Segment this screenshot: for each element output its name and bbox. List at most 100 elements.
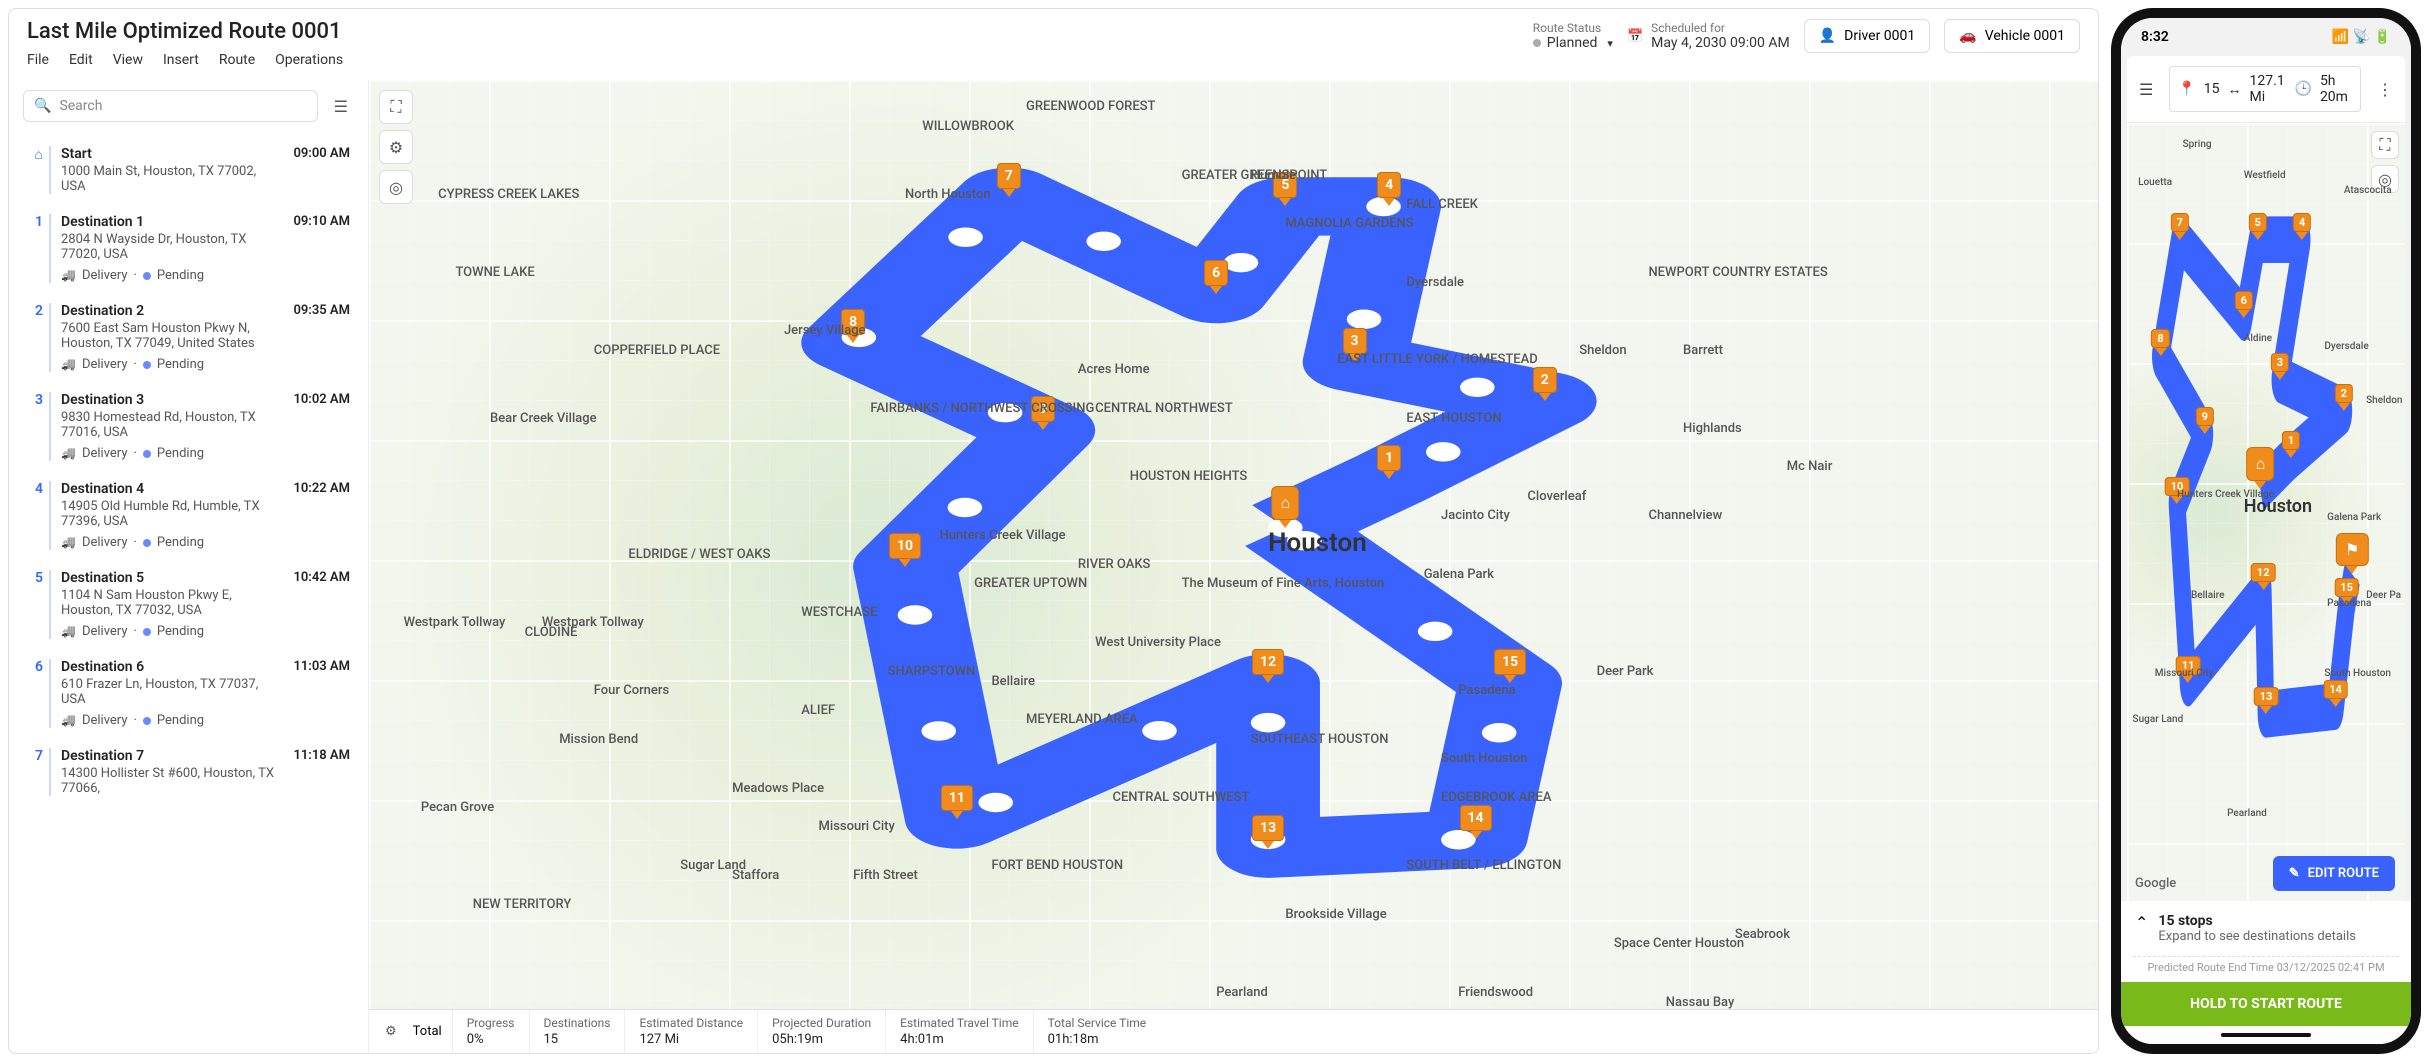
map-marker-14[interactable]: 14 [2323,680,2348,707]
stop-address: 1000 Main St, Houston, TX 77002, USA [61,164,283,194]
phone-map[interactable]: ⛶ ◎ ⌂⚑123456789101112131415 HoustonLouet… [2127,123,2405,901]
chevron-down-icon [1603,35,1613,51]
truck-icon [61,624,76,639]
phone-status-bar: 8:32 📶 📡 🔋 [2121,18,2411,56]
hamburger-icon[interactable]: ☰ [2131,72,2161,107]
stop-time: 10:22 AM [293,481,350,550]
filter-icon[interactable]: ☰ [328,91,354,122]
map-marker-6[interactable]: 6 [1204,260,1228,294]
stop-row[interactable]: 2Destination 27600 East Sam Houston Pkwy… [23,293,354,382]
stop-name: Destination 4 [61,481,283,497]
map-marker-10[interactable]: 10 [2165,477,2190,504]
search-input[interactable]: 🔍 Search [23,90,318,122]
map-marker-3[interactable]: 3 [1342,328,1366,362]
stats-progress: 0% [467,1032,515,1047]
map-marker-4[interactable]: 4 [1377,172,1401,206]
stop-row[interactable]: 3Destination 39830 Homestead Rd, Houston… [23,382,354,471]
header-right: Route Status Planned 📅 Scheduled for May… [1533,19,2080,53]
stop-name: Destination 7 [61,748,283,764]
stop-address: 14300 Hollister St #600, Houston, TX 770… [61,766,283,796]
map-marker-10[interactable]: 10 [889,533,921,567]
stop-row[interactable]: ⌂Start1000 Main St, Houston, TX 77002, U… [23,136,354,204]
stats-distance: 127 Mi [639,1032,743,1047]
map-marker-9[interactable]: 9 [1031,396,1055,430]
map-marker-13[interactable]: 13 [1252,815,1284,849]
menu-operations[interactable]: Operations [275,52,343,68]
map-marker-5[interactable]: 5 [2249,213,2267,240]
truck-icon [61,713,76,728]
stop-row[interactable]: 4Destination 414905 Old Humble Rd, Humbl… [23,471,354,560]
menu-insert[interactable]: Insert [163,52,199,68]
stop-name: Destination 5 [61,570,283,586]
status-dot-icon [143,539,151,547]
map-marker-4[interactable]: 4 [2293,213,2311,240]
route-summary[interactable]: 📍15 ↔127.1 Mi 🕒5h 20m [2169,66,2361,112]
stop-name: Destination 6 [61,659,283,675]
map-marker-1[interactable]: 1 [1377,445,1401,479]
map-marker-7[interactable]: 7 [997,163,1021,197]
stop-address: 2804 N Wayside Dr, Houston, TX 77020, US… [61,232,283,262]
menu-edit[interactable]: Edit [69,52,93,68]
expand-stops-row[interactable]: ⌃ 15 stops Expand to see destinations de… [2121,901,2411,956]
menu-file[interactable]: File [27,52,49,68]
calendar-icon: 📅 [1627,29,1643,44]
map-marker-8[interactable]: 8 [841,309,865,343]
map-marker-15[interactable]: 15 [1494,649,1526,683]
map-marker-7[interactable]: 7 [2171,213,2189,240]
map-marker-2[interactable]: 2 [2335,384,2353,411]
stop-name: Start [61,146,283,162]
route-status[interactable]: Route Status Planned [1533,21,1613,51]
map-marker-9[interactable]: 9 [2196,407,2214,434]
stats-bar: ⚙ Total Progress0% Destinations15 Estima… [369,1009,2098,1053]
menu-bar: File Edit View Insert Route Operations [27,48,343,76]
stop-row[interactable]: 6Destination 6610 Frazer Ln, Houston, TX… [23,649,354,738]
stop-row[interactable]: 1Destination 12804 N Wayside Dr, Houston… [23,204,354,293]
home-icon: ⌂ [2247,447,2275,481]
map-marker-11[interactable]: 11 [2176,656,2201,683]
kebab-menu-icon[interactable]: ⋮ [2369,72,2401,107]
clock-icon: 🕒 [2295,81,2312,97]
google-logo: Google [2135,876,2176,891]
android-nav-handle[interactable] [2121,1026,2411,1044]
route-planner-window: Last Mile Optimized Route 0001 File Edit… [8,8,2099,1054]
stop-row[interactable]: 7Destination 714300 Hollister St #600, H… [23,738,354,806]
map-marker-5[interactable]: 5 [1273,172,1297,206]
map-pane[interactable]: ⛶ ⚙ ◎ ⌂123456789101112131415 HoustonCYPR… [369,80,2098,1053]
map-marker-8[interactable]: 8 [2151,329,2169,356]
status-dot-icon [143,361,151,369]
hold-to-start-button[interactable]: HOLD TO START ROUTE [2121,982,2411,1026]
map-marker-6[interactable]: 6 [2235,291,2253,318]
vehicle-button[interactable]: 🚗 Vehicle 0001 [1944,19,2080,53]
map-marker-12[interactable]: 12 [2251,563,2276,590]
map-marker-flag[interactable]: ⚑ [2336,533,2368,574]
stop-time: 09:10 AM [293,214,350,283]
stats-travel: 4h:01m [900,1032,1018,1047]
stop-row[interactable]: 5Destination 51104 N Sam Houston Pkwy E,… [23,560,354,649]
pencil-icon: ✎ [2289,866,2300,881]
map-marker-13[interactable]: 13 [2254,687,2279,714]
menu-view[interactable]: View [113,52,143,68]
driver-button[interactable]: 👤 Driver 0001 [1804,19,1931,53]
stop-time: 10:02 AM [293,392,350,461]
map-marker-14[interactable]: 14 [1460,805,1492,839]
stop-time: 11:18 AM [293,748,350,796]
stop-name: Destination 1 [61,214,283,230]
stats-gear-icon[interactable]: ⚙ [379,1018,403,1045]
map-marker-12[interactable]: 12 [1252,649,1284,683]
edit-route-button[interactable]: ✎ EDIT ROUTE [2273,856,2395,891]
map-marker-home[interactable]: ⌂ [2247,447,2275,489]
map-marker-15[interactable]: 15 [2334,578,2359,605]
menu-route[interactable]: Route [219,52,255,68]
flag-icon: ⚑ [2336,533,2368,566]
scheduled-for[interactable]: 📅 Scheduled for May 4, 2030 09:00 AM [1627,21,1790,51]
map-marker-2[interactable]: 2 [1533,367,1557,401]
stop-address: 1104 N Sam Houston Pkwy E, Houston, TX 7… [61,588,283,618]
status-dot-icon [1533,39,1541,47]
stops-list[interactable]: ⌂Start1000 Main St, Houston, TX 77002, U… [9,132,368,1053]
map-marker-home[interactable]: ⌂ [1272,486,1300,528]
stop-time: 10:42 AM [293,570,350,639]
predicted-end-time: Predicted Route End Time 03/12/2025 02:4… [2133,956,2399,982]
map-marker-3[interactable]: 3 [2271,353,2289,380]
map-marker-1[interactable]: 1 [2282,431,2300,458]
map-marker-11[interactable]: 11 [941,785,973,819]
